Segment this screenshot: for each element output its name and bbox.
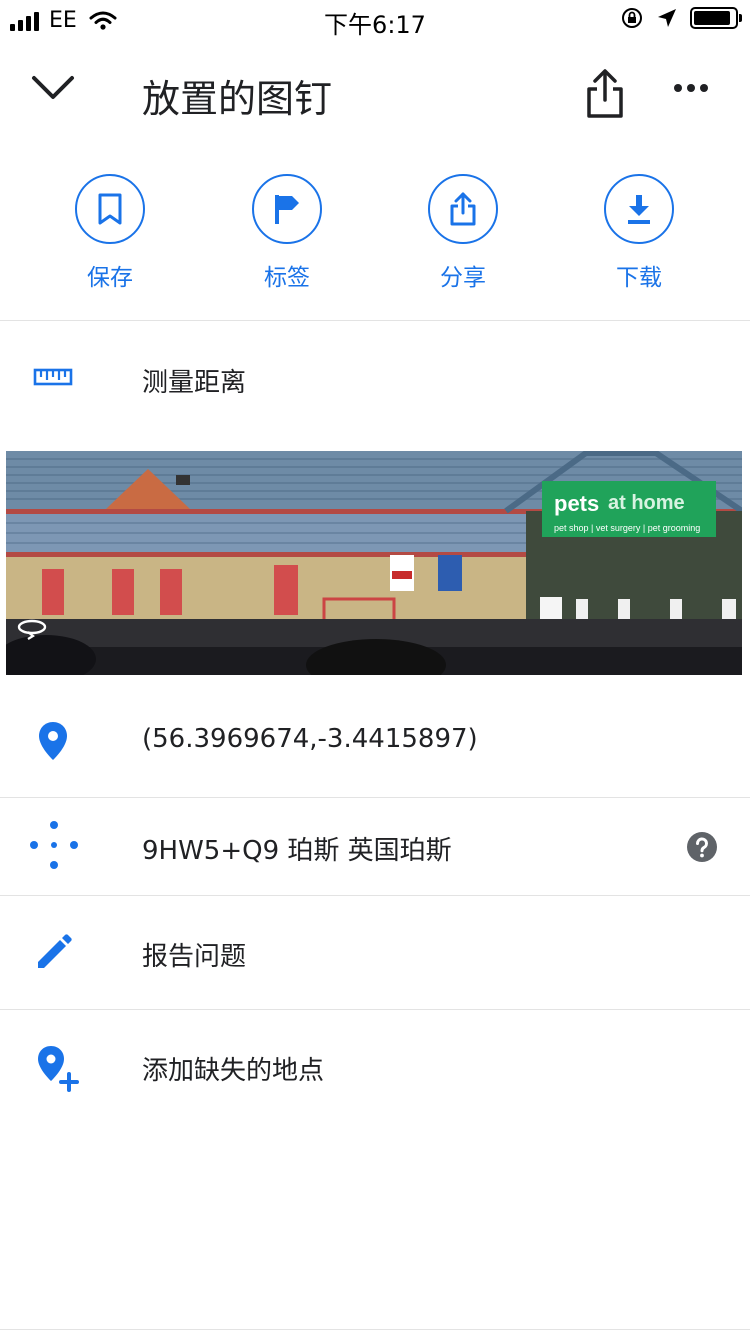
status-bar: EE 下午6:17 <box>0 0 750 40</box>
add-place-row[interactable]: 添加缺失的地点 <box>0 1010 750 1120</box>
divider <box>0 1329 750 1330</box>
chevron-down-icon[interactable] <box>30 74 76 102</box>
location-pin-icon <box>39 722 67 760</box>
download-label: 下载 <box>616 265 662 291</box>
store-sign-subtext: pet shop | vet surgery | pet grooming <box>554 523 700 533</box>
download-circle <box>604 174 674 244</box>
bookmark-icon <box>98 193 122 225</box>
share-icon <box>450 192 476 226</box>
store-sign-text: pets <box>554 491 599 516</box>
label-button[interactable]: 标签 <box>227 174 347 292</box>
add-location-icon <box>38 1046 79 1092</box>
street-view-scene: pets at home pet shop | vet surgery | pe… <box>6 451 742 675</box>
coordinates-value: (56.3969674,-3.4415897) <box>142 724 478 754</box>
download-button[interactable]: 下载 <box>579 174 699 292</box>
plus-code-value: 9HW5+Q9 珀斯 英国珀斯 <box>142 836 452 866</box>
report-problem-label: 报告问题 <box>142 942 247 972</box>
plus-code-icon <box>30 821 78 869</box>
label-label: 标签 <box>264 265 310 291</box>
page-title: 放置的图钉 <box>142 77 333 121</box>
share-button[interactable]: 分享 <box>403 174 523 292</box>
ruler-icon <box>33 368 73 386</box>
coordinates-row[interactable]: (56.3969674,-3.4415897) <box>0 686 750 796</box>
report-problem-row[interactable]: 报告问题 <box>0 896 750 1008</box>
measure-distance-row[interactable]: 测量距离 <box>0 330 750 440</box>
battery-icon <box>690 7 742 29</box>
share-circle <box>428 174 498 244</box>
help-icon[interactable] <box>686 831 718 863</box>
save-button[interactable]: 保存 <box>50 174 170 292</box>
store-sign-text-2: at home <box>608 492 685 514</box>
more-options-icon[interactable] <box>673 82 709 94</box>
orientation-lock-icon <box>622 8 642 28</box>
flag-icon <box>275 195 299 224</box>
measure-distance-label: 测量距离 <box>142 368 247 398</box>
save-circle <box>75 174 145 244</box>
pencil-icon <box>38 934 72 968</box>
plus-code-row[interactable]: 9HW5+Q9 珀斯 英国珀斯 <box>0 798 750 894</box>
share-icon[interactable] <box>583 68 627 120</box>
header: 放置的图钉 <box>0 40 750 150</box>
label-circle <box>252 174 322 244</box>
action-row: 保存 标签 分享 下载 <box>0 170 750 320</box>
divider <box>0 320 750 321</box>
add-place-label: 添加缺失的地点 <box>142 1056 325 1086</box>
download-icon <box>628 195 650 224</box>
save-label: 保存 <box>87 265 133 291</box>
share-label: 分享 <box>440 265 486 291</box>
location-services-icon <box>658 9 676 27</box>
street-view-image[interactable]: pets at home pet shop | vet surgery | pe… <box>6 451 742 675</box>
